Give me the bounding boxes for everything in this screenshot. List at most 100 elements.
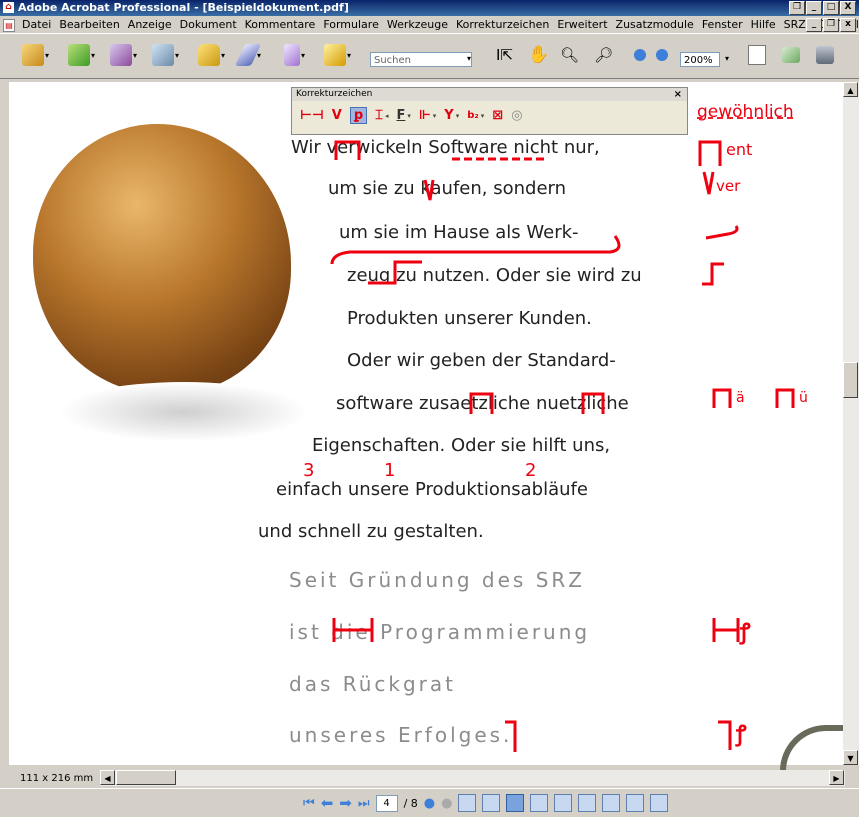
acrobat-app-icon: ⌂ [3,2,14,13]
scroll-down-button[interactable]: ▼ [843,750,858,765]
scroll-right-button[interactable]: ▶ [829,770,844,785]
previous-page-icon[interactable]: ⬅ [321,794,334,812]
status-bar: ⏮ ⬅ ➡ ⏭ 4 / 8 ● ● [0,788,859,817]
first-page-icon[interactable]: ⏮ [303,796,315,811]
gray-text-line: ist die Programmierung [289,620,591,644]
restore-icon[interactable]: ❐ [789,1,805,15]
zoom-out-icon[interactable] [634,49,646,61]
gray-text-line: unseres Erfolges. [289,723,513,747]
margin-note-ent: ent [726,140,753,159]
menu-werkzeuge[interactable]: Werkzeuge [383,16,452,33]
tile-pages-icon[interactable] [578,794,597,812]
zoom-in-icon[interactable] [656,49,668,61]
vertical-scrollbar[interactable]: ▲ ▼ [843,82,859,765]
menu-bearbeiten[interactable]: Bearbeiten [55,16,123,33]
deleatur-icon: ꝭ [736,722,747,747]
pages-icon[interactable] [782,47,800,63]
spacing-tool-icon[interactable]: ⊩ [419,108,431,123]
fit-window-icon[interactable] [482,794,501,812]
text-line: Wir verwickeln Software nicht nur, [291,137,600,158]
document-icon[interactable]: ▤ [3,19,15,32]
subscript-tool-icon[interactable]: b₂ [467,110,479,121]
menu-formulare[interactable]: Formulare [319,16,383,33]
margin-note-ue: ü [799,390,808,406]
zoom-in-glass-icon[interactable]: 🔎︎ [594,46,613,64]
print-icon[interactable] [816,46,834,64]
select-tool-icon[interactable]: I⇱ [496,46,513,64]
combine-files-icon[interactable] [68,44,90,66]
new-window-icon[interactable] [626,794,645,812]
doc-restore-button[interactable]: ❐ [823,18,839,32]
last-page-icon[interactable]: ⏭ [358,796,370,811]
secure-icon[interactable] [198,44,220,66]
line-spacing-tool-icon[interactable]: ⌶ [375,108,383,123]
split-view-icon[interactable] [602,794,621,812]
menu-kommentare[interactable]: Kommentare [241,16,320,33]
menu-anzeige[interactable]: Anzeige [124,16,176,33]
insert-mark-tool-icon[interactable]: V [332,108,342,123]
margin-note-gewoehnlich: gewöhnlich [697,102,794,122]
doc-close-button[interactable]: x [840,18,856,32]
scroll-left-button[interactable]: ◀ [100,770,115,785]
menu-fenster[interactable]: Fenster [698,16,747,33]
menu-datei[interactable]: Datei [18,16,55,33]
vertical-scroll-thumb[interactable] [843,362,858,398]
fork-tool-icon[interactable]: Y [444,108,453,123]
correction-marks-palette: Korrekturzeichen × ⊢⊣ V ꝑ ⌶ ◂ F ▾ ⊩ ▾ Y … [291,87,688,135]
text-line: einfach unsere Produktionsabläufe [276,479,588,500]
hand-tool-icon[interactable]: ✋ [528,45,549,65]
gray-text-line: das Rückgrat [289,672,456,696]
doc-minimize-button[interactable]: _ [806,18,822,32]
text-line: Oder wir geben der Standard- [347,350,616,371]
review-icon[interactable] [324,44,346,66]
walnut-image [33,124,291,394]
menu-erweitert[interactable]: Erweitert [553,16,611,33]
next-view-icon[interactable]: ● [441,796,452,811]
text-line: um sie im Hause als Werk- [339,222,579,243]
send-icon[interactable] [152,44,174,66]
menu-dokument[interactable]: Dokument [176,16,241,33]
title-bar: ⌂ Adobe Acrobat Professional - [Beispiel… [0,0,859,16]
delete-mark-tool-icon[interactable]: ⊢⊣ [300,108,324,123]
create-pdf-icon[interactable] [22,44,44,66]
box-x-tool-icon[interactable]: ⊠ [492,108,503,123]
facing-pages-icon[interactable] [554,794,573,812]
bold-tool-icon[interactable]: F [396,108,405,123]
maximize-button[interactable]: □ [823,1,839,15]
search-input[interactable]: Suchen [370,52,472,67]
export-icon[interactable] [110,44,132,66]
menu-hilfe[interactable]: Hilfe [747,16,780,33]
text-line: Eigenschaften. Oder sie hilft uns, [312,435,611,456]
palette-close-button[interactable]: × [674,88,682,101]
text-line: software zusaetzliche nuetzliche [336,393,629,414]
window-title: Adobe Acrobat Professional - [Beispieldo… [18,1,349,14]
horizontal-scroll-thumb[interactable] [116,770,176,785]
previous-view-icon[interactable]: ● [424,796,435,811]
forms-icon[interactable] [284,44,300,66]
page-number-input[interactable]: 4 [375,794,398,812]
minimize-button[interactable]: _ [806,1,822,15]
order-number: 2 [525,460,537,481]
menu-zusatzmodule[interactable]: Zusatzmodule [612,16,698,33]
continuous-page-icon[interactable] [506,794,525,812]
zoom-marquee-icon[interactable]: 🔍︎ [560,46,579,64]
page-size-label: 111 x 216 mm [20,773,94,784]
reading-mode-icon[interactable] [650,794,669,812]
settings-tool-icon[interactable]: ◎ [511,108,522,123]
toolbar: ▾ ▾ ▾ ▾ ▾ ▾ ▾ ▾ Suchen ▾ I⇱ ✋ 🔍︎ 🔎︎ 200%… [0,33,859,79]
fit-page-icon[interactable] [748,45,766,65]
horizontal-scrollbar[interactable]: ◀ ▶ [100,770,845,786]
search-dropdown-icon[interactable]: ▾ [467,54,471,63]
zoom-dropdown-icon[interactable]: ▾ [725,54,729,63]
order-number: 1 [384,460,396,481]
replace-mark-tool-icon[interactable]: ꝑ [349,107,368,124]
menu-korrekturzeichen[interactable]: Korrekturzeichen [452,16,553,33]
single-page-icon[interactable] [458,794,477,812]
continuous-facing-icon[interactable] [530,794,549,812]
scroll-up-button[interactable]: ▲ [843,82,858,97]
next-page-icon[interactable]: ➡ [339,794,352,812]
zoom-field[interactable]: 200% [680,52,720,67]
text-line: Produkten unserer Kunden. [347,308,592,329]
close-button[interactable]: X [840,1,856,15]
text-line: und schnell zu gestalten. [258,521,484,542]
